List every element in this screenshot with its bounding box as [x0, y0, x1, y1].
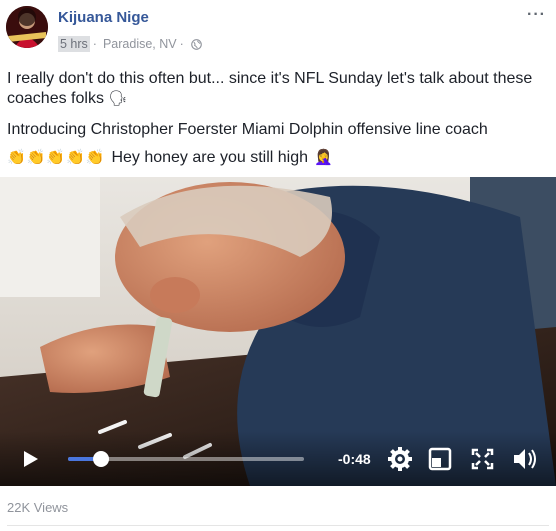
- post-header: Kijuana Nige 5 hrs · Paradise, NV · ···: [0, 0, 556, 64]
- post-meta: 5 hrs · Paradise, NV ·: [58, 36, 202, 52]
- view-count: 22K Views: [7, 500, 69, 515]
- avatar[interactable]: [6, 6, 48, 48]
- meta-separator-2: ·: [179, 37, 184, 51]
- divider: [7, 525, 549, 526]
- clap-emoji: 👏: [66, 149, 85, 166]
- author-name[interactable]: Kijuana Nige: [58, 9, 149, 26]
- clap-emoji: 👏: [7, 149, 26, 166]
- video-player[interactable]: -0:48: [0, 177, 556, 486]
- settings-icon[interactable]: [388, 447, 412, 471]
- speaking-head-emoji: 🗣: [108, 90, 128, 107]
- post-text-line3: 👏 👏 👏 👏 👏 Hey honey are you still high 🤦…: [7, 148, 333, 168]
- more-options-button[interactable]: ···: [527, 6, 546, 24]
- clap-emoji: 👏: [26, 149, 46, 166]
- post-text-line1: I really don't do this often but... sinc…: [7, 69, 553, 109]
- post-text-line2: Introducing Christopher Foerster Miami D…: [7, 121, 488, 138]
- clap-emoji: 👏: [85, 149, 105, 166]
- video-controls: -0:48: [0, 431, 556, 486]
- post-text-3: Hey honey are you still high: [111, 149, 308, 166]
- post-text-1: I really don't do this often but... sinc…: [7, 70, 533, 107]
- post-time[interactable]: 5 hrs: [58, 36, 90, 52]
- remaining-time: -0:48: [338, 451, 371, 467]
- progress-handle[interactable]: [93, 451, 110, 467]
- meta-separator: ·: [92, 37, 97, 51]
- facepalm-emoji: 🤦‍♀️: [314, 149, 333, 166]
- clap-emoji: 👏: [46, 149, 66, 166]
- globe-icon[interactable]: [190, 38, 202, 50]
- post-location[interactable]: Paradise, NV: [103, 37, 177, 51]
